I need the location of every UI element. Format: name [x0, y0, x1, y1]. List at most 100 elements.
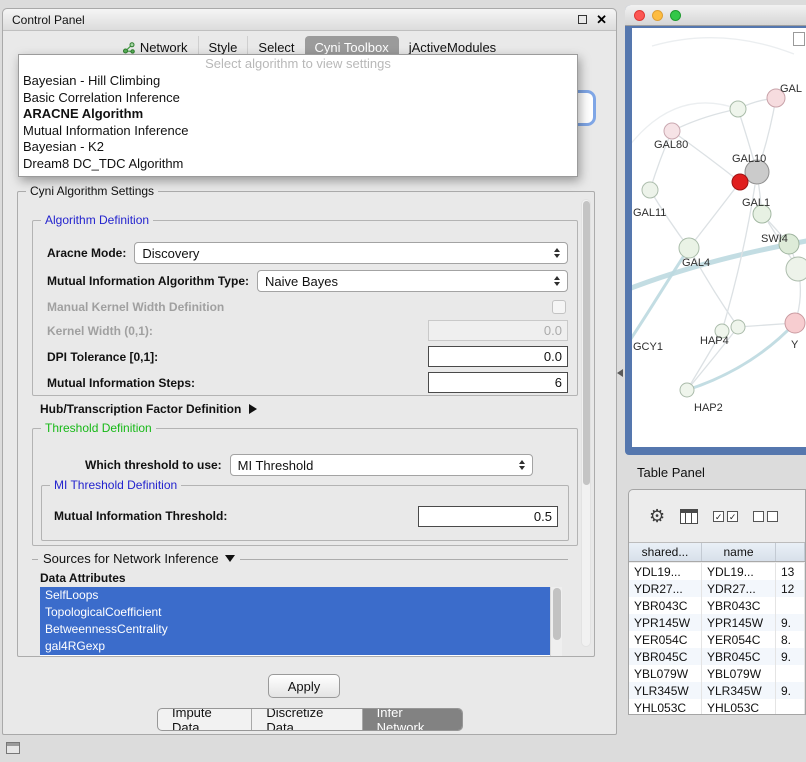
- canvas-corner-box: [793, 32, 805, 46]
- network-canvas[interactable]: GALGAL80GAL10GAL1GAL11SWI4GAL4GCY1HAP4HA…: [632, 28, 806, 447]
- sources-section-toggle[interactable]: Sources for Network Inference: [38, 551, 240, 566]
- cyni-mode-tabbar: Impute DataDiscretize DataInfer Network: [157, 708, 463, 731]
- algorithm-option[interactable]: ARACNE Algorithm: [19, 106, 577, 123]
- hub-transcription-label: Hub/Transcription Factor Definition: [40, 402, 241, 416]
- table-cell: YDR27...: [629, 580, 702, 597]
- mi-threshold-label: Mutual Information Threshold:: [54, 509, 227, 523]
- data-attribute-item[interactable]: BetweennessCentrality: [40, 621, 550, 638]
- zoom-window-icon[interactable]: [670, 10, 681, 21]
- manual-kernel-checkbox[interactable]: [552, 300, 566, 314]
- minimize-window-icon[interactable]: [652, 10, 663, 21]
- table-row[interactable]: YBR045CYBR045C9.: [629, 648, 805, 665]
- data-attributes-label: Data Attributes: [40, 571, 126, 585]
- network-node-label: HAP2: [694, 402, 723, 414]
- network-node[interactable]: [730, 101, 746, 117]
- unchecked-box-icon: [753, 511, 764, 522]
- network-node-label: Y: [791, 339, 799, 351]
- table-cell: 13: [776, 563, 805, 580]
- table-row[interactable]: YDL19...YDL19...13: [629, 563, 805, 580]
- table-cell: 12: [776, 580, 805, 597]
- data-attribute-item[interactable]: gal4RGexp: [40, 638, 550, 655]
- mi-type-value: Naive Bayes: [265, 274, 338, 289]
- aracne-mode-value: Discovery: [142, 246, 199, 261]
- table-row[interactable]: YBL079WYBL079W: [629, 665, 805, 682]
- network-node[interactable]: [732, 174, 748, 190]
- close-window-icon[interactable]: [634, 10, 645, 21]
- attributes-scrollbar[interactable]: [550, 587, 562, 656]
- data-attribute-item[interactable]: SelfLoops: [40, 587, 550, 604]
- network-node-label: GAL: [780, 83, 802, 95]
- mi-threshold-field[interactable]: 0.5: [418, 506, 558, 527]
- table-column-header[interactable]: shared...: [629, 543, 702, 561]
- bottom-tab-infer-network[interactable]: Infer Network: [362, 709, 462, 730]
- algorithm-option[interactable]: Mutual Information Inference: [19, 123, 577, 140]
- bottom-tab-discretize-data[interactable]: Discretize Data: [251, 709, 361, 730]
- docked-panel-icon[interactable]: [6, 742, 20, 754]
- algorithm-option[interactable]: Bayesian - Hill Climbing: [19, 73, 577, 90]
- panel-resize-grip[interactable]: [617, 369, 623, 377]
- table-row[interactable]: YER054CYER054C8.: [629, 631, 805, 648]
- data-attributes-list: SelfLoopsTopologicalCoefficientBetweenne…: [40, 587, 562, 656]
- deselect-all-icon[interactable]: [753, 511, 778, 522]
- mi-type-select[interactable]: Naive Bayes: [257, 270, 568, 292]
- attributes-scrollbar-thumb[interactable]: [553, 588, 561, 640]
- algorithm-option[interactable]: Dream8 DC_TDC Algorithm: [19, 156, 577, 173]
- table-cell: YBR043C: [702, 597, 776, 614]
- table-cell: 9.: [776, 682, 805, 699]
- network-node[interactable]: [664, 123, 680, 139]
- table-row[interactable]: YPR145WYPR145W9.: [629, 614, 805, 631]
- network-node[interactable]: [680, 383, 694, 397]
- mi-type-label: Mutual Information Algorithm Type:: [47, 274, 249, 288]
- algorithm-option[interactable]: Bayesian - K2: [19, 139, 577, 156]
- apply-button[interactable]: Apply: [268, 674, 340, 698]
- bottom-tab-impute-data[interactable]: Impute Data: [158, 709, 251, 730]
- table-body: YDL19...YDL19...13YDR27...YDR27...12YBR0…: [629, 563, 805, 714]
- table-row[interactable]: YHL053CYHL053C: [629, 699, 805, 715]
- threshold-definition-title: Threshold Definition: [41, 421, 156, 435]
- algorithm-option[interactable]: Basic Correlation Inference: [19, 90, 577, 107]
- algorithm-definition-group: Algorithm Definition Aracne Mode: Discov…: [32, 220, 578, 396]
- mi-steps-field[interactable]: 6: [428, 372, 568, 393]
- table-row[interactable]: YBR043CYBR043C: [629, 597, 805, 614]
- table-cell: 9.: [776, 648, 805, 665]
- table-panel-window: ⚙ ✓ ✓ shared...name YDL19...YDL19...13YD…: [628, 489, 806, 715]
- network-node-label: GAL11: [633, 207, 666, 219]
- mi-threshold-definition-title: MI Threshold Definition: [50, 478, 181, 492]
- table-column-header[interactable]: [776, 543, 805, 561]
- settings-gear-icon[interactable]: ⚙: [649, 507, 665, 525]
- which-threshold-select[interactable]: MI Threshold: [230, 454, 533, 476]
- network-node[interactable]: [786, 257, 806, 281]
- dpi-tolerance-field[interactable]: 0.0: [428, 346, 568, 367]
- close-panel-icon[interactable]: ✕: [596, 13, 607, 26]
- settings-scrollbar[interactable]: [581, 199, 591, 647]
- table-cell: YPR145W: [629, 614, 702, 631]
- table-cell: YBR045C: [629, 648, 702, 665]
- table-row[interactable]: YLR345WYLR345W9.: [629, 682, 805, 699]
- table-cell: YLR345W: [629, 682, 702, 699]
- network-node-label: GAL10: [732, 153, 766, 165]
- table-cell: YHL053C: [702, 699, 776, 715]
- select-all-icon[interactable]: ✓ ✓: [713, 511, 738, 522]
- hub-transcription-section-toggle[interactable]: Hub/Transcription Factor Definition: [40, 402, 257, 416]
- cyni-algorithm-settings-group: Cyni Algorithm Settings Algorithm Defini…: [17, 191, 595, 657]
- panel-window-buttons: ✕: [578, 13, 607, 26]
- network-node[interactable]: [785, 313, 805, 333]
- network-node[interactable]: [731, 320, 745, 334]
- kernel-width-label: Kernel Width (0,1):: [47, 324, 153, 338]
- threshold-definition-group: Threshold Definition Which threshold to …: [32, 428, 578, 546]
- network-window-titlebar[interactable]: [625, 5, 806, 26]
- float-panel-icon[interactable]: [578, 15, 587, 24]
- aracne-mode-select[interactable]: Discovery: [134, 242, 568, 264]
- network-node-label: HAP4: [700, 335, 729, 347]
- network-node-layer: GALGAL80GAL10GAL1GAL11SWI4GAL4GCY1HAP4HA…: [633, 83, 806, 414]
- data-attribute-item[interactable]: TopologicalCoefficient: [40, 604, 550, 621]
- table-row[interactable]: YDR27...YDR27...12: [629, 580, 805, 597]
- table-cell: [776, 665, 805, 682]
- table-column-header[interactable]: name: [702, 543, 776, 561]
- settings-scrollbar-thumb[interactable]: [583, 201, 590, 485]
- column-browser-icon[interactable]: [680, 509, 698, 524]
- network-node[interactable]: [679, 238, 699, 258]
- table-cell: YDL19...: [702, 563, 776, 580]
- network-node[interactable]: [642, 182, 658, 198]
- network-node-label: GAL4: [682, 257, 710, 269]
